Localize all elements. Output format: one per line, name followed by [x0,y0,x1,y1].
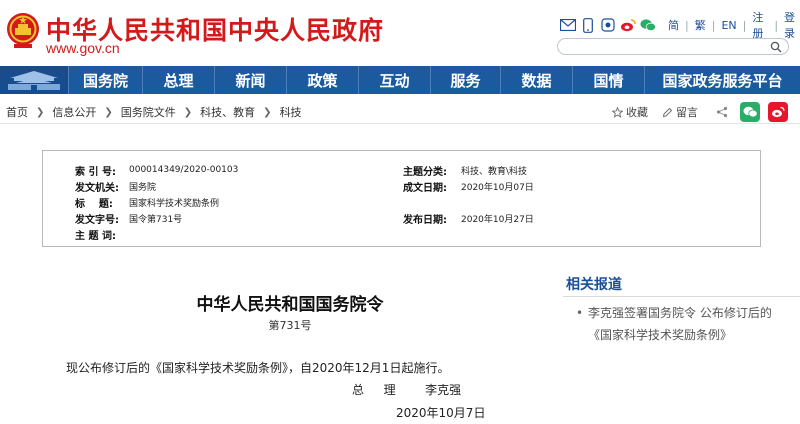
link-register[interactable]: 注册 [752,9,768,41]
chevron-right-icon: ❯ [36,106,45,118]
divider: | [742,18,747,32]
article-number: 第731号 [268,319,312,332]
topic-label: 主题分类: [403,166,447,178]
site-domain: www.gov.cn [46,40,120,56]
main-nav: 国务院 总理 新闻 政策 互动 服务 数据 国情 国家政务服务平台 [0,66,800,94]
breadcrumb-council-docs[interactable]: 国务院文件 [121,104,176,120]
info-row: 发文机关: 国务院 成文日期: 2020年10月07日 [43,178,760,194]
document-info-table: 索 引 号: 000014349/2020-00103 主题分类: 科技、教育\… [42,150,761,247]
nav-item-national-info[interactable]: 国情 [572,66,644,94]
star-icon [612,106,623,118]
info-row: 标 题: 国家科学技术奖励条例 [43,194,760,210]
search-box [557,38,789,59]
keywords-label: 主 题 词: [75,230,116,242]
national-emblem-icon[interactable] [6,10,40,50]
nav-item-data[interactable]: 数据 [500,66,572,94]
pencil-icon [662,107,673,117]
info-row: 主 题 词: [43,226,760,242]
breadcrumb-sci-edu[interactable]: 科技、教育 [200,104,255,120]
info-row: 索 引 号: 000014349/2020-00103 主题分类: 科技、教育\… [43,162,760,178]
nav-item-state-council[interactable]: 国务院 [68,66,142,94]
nav-item-news[interactable]: 新闻 [214,66,286,94]
breadcrumb: 首页 ❯ 信息公开 ❯ 国务院文件 ❯ 科技、教育 ❯ 科技 [6,104,302,120]
issuer-label: 发文机关: [75,182,119,194]
search-icon[interactable] [770,41,782,53]
published-label: 发布日期: [403,214,447,226]
message-label: 留言 [676,106,698,119]
weibo-share-icon[interactable] [768,102,788,122]
site-header: 中华人民共和国中央人民政府 www.gov.cn 简 | 繁 | EN | 注册 | [0,0,800,66]
nav-item-premier[interactable]: 总理 [142,66,214,94]
link-login[interactable]: 登录 [784,9,800,41]
article-signature: 总 理 李克强 [352,383,462,397]
link-traditional[interactable]: 繁 [695,17,706,33]
divider [563,296,800,297]
bullet-icon: • [576,306,584,320]
divider: | [774,18,779,32]
nav-item-interaction[interactable]: 互动 [358,66,430,94]
nav-item-service-platform[interactable]: 国家政务服务平台 [644,66,800,94]
chevron-right-icon: ❯ [263,106,272,118]
top-icon-bar [560,16,656,34]
nav-item-service[interactable]: 服务 [430,66,500,94]
chevron-right-icon: ❯ [183,106,193,118]
related-item-link[interactable]: 李克强签署国务院令 公布修订后的《国家科学技术奖励条例》 [588,302,788,346]
collect-label: 收藏 [626,106,648,119]
link-simplified[interactable]: 简 [668,17,679,33]
breadcrumb-bar: 首页 ❯ 信息公开 ❯ 国务院文件 ❯ 科技、教育 ❯ 科技 收藏 留言 [0,100,800,124]
published-value: 2020年10月27日 [461,214,534,225]
article-date: 2020年10月7日 [396,406,486,420]
article-body: 现公布修订后的《国家科学技术奖励条例》，自2020年12月1日起施行。 [66,361,450,375]
breadcrumb-info-disclosure[interactable]: 信息公开 [52,104,96,120]
topic-value: 科技、教育\科技 [461,166,528,177]
docno-label: 发文字号: [75,214,119,226]
mobile-icon[interactable] [580,17,596,33]
nav-item-policy[interactable]: 政策 [286,66,358,94]
wechat-icon[interactable] [640,17,656,33]
collect-button[interactable]: 收藏 [612,104,648,120]
issuer-value: 国务院 [129,182,157,193]
link-english[interactable]: EN [721,19,736,32]
index-label: 索 引 号: [75,166,116,178]
title-value: 国家科学技术奖励条例 [129,198,220,209]
article-title: 中华人民共和国国务院令 [196,295,384,315]
related-title: 相关报道 [566,277,622,293]
wechat-share-icon[interactable] [740,102,760,122]
created-value: 2020年10月07日 [461,182,534,193]
message-button[interactable]: 留言 [662,104,698,120]
page: 中华人民共和国中央人民政府 www.gov.cn 简 | 繁 | EN | 注册 | [0,0,800,424]
breadcrumb-sci[interactable]: 科技 [280,104,302,120]
created-label: 成文日期: [403,182,447,194]
docno-value: 国令第731号 [129,214,183,225]
index-value: 000014349/2020-00103 [129,165,239,175]
divider: | [711,18,716,32]
top-links: 简 | 繁 | EN | 注册 | 登录 [668,11,800,40]
chevron-right-icon: ❯ [104,106,113,118]
info-row: 发文字号: 国令第731号 发布日期: 2020年10月27日 [43,210,760,226]
weibo-icon[interactable] [620,17,636,33]
share-icon[interactable] [712,102,732,122]
breadcrumb-home[interactable]: 首页 [6,104,28,120]
search-input[interactable] [566,43,766,59]
mail-icon[interactable] [560,17,576,33]
app-icon[interactable] [600,17,616,33]
title-label: 标 题: [75,198,113,210]
tiananmen-icon[interactable] [0,66,68,94]
divider: | [685,18,689,32]
article-actions: 收藏 留言 [612,102,796,122]
